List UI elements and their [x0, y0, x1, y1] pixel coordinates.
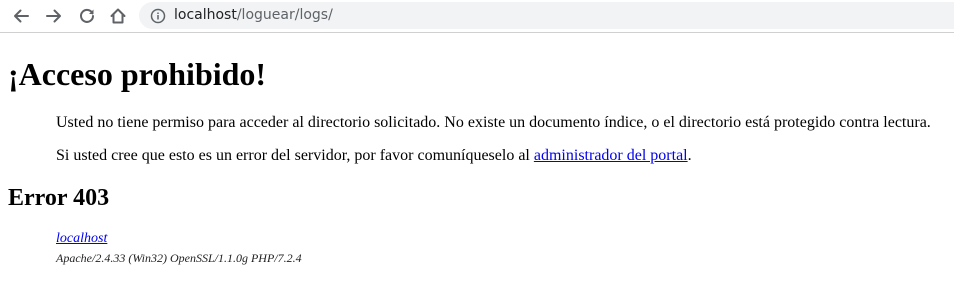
info-icon[interactable]: [150, 8, 166, 24]
reload-button[interactable]: [75, 4, 99, 28]
host-link[interactable]: localhost: [56, 231, 302, 247]
admin-link[interactable]: administrador del portal: [534, 147, 688, 164]
server-info: Apache/2.4.33 (Win32) OpenSSL/1.1.0g PHP…: [56, 251, 302, 265]
error-description: Usted no tiene permiso para acceder al d…: [56, 114, 931, 131]
error-code-heading: Error 403: [8, 185, 110, 211]
url-path: /loguear/logs/: [236, 7, 333, 23]
contact-text-after: .: [687, 147, 692, 164]
address-bar[interactable]: localhost/loguear/logs/: [139, 2, 954, 29]
contact-admin-text: Si usted cree que esto es un error del s…: [56, 146, 692, 165]
back-icon: [14, 9, 29, 23]
forward-icon: [46, 9, 61, 23]
reload-icon: [80, 8, 94, 23]
browser-toolbar: localhost/loguear/logs/: [0, 0, 954, 33]
url-text[interactable]: localhost/loguear/logs/: [174, 7, 333, 24]
back-button[interactable]: [9, 4, 33, 28]
url-host: localhost: [174, 7, 237, 23]
home-button[interactable]: [106, 4, 130, 28]
page-content: ¡Acceso prohibido! Usted no tiene permis…: [0, 33, 954, 297]
contact-text-before: Si usted cree que esto es un error del s…: [56, 147, 534, 164]
forward-button[interactable]: [42, 4, 66, 28]
page-title: ¡Acceso prohibido!: [8, 56, 267, 92]
home-icon: [110, 8, 126, 24]
server-signature: localhost Apache/2.4.33 (Win32) OpenSSL/…: [56, 231, 302, 265]
